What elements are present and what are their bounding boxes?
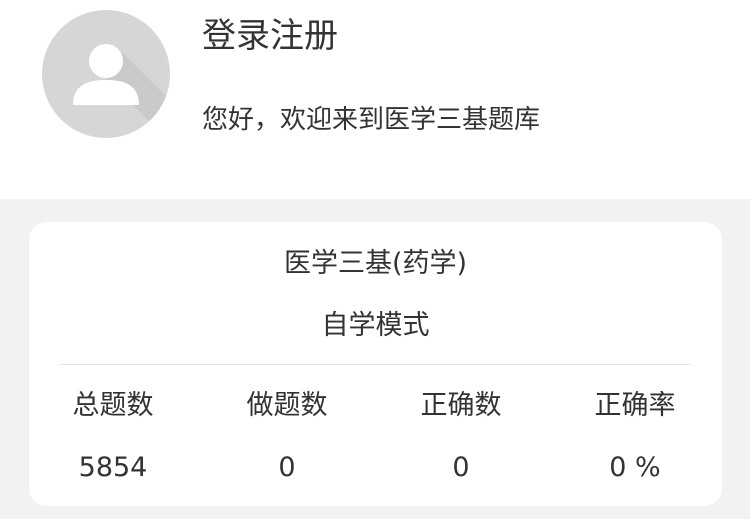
- stats-card: 医学三基(药学) 自学模式 总题数 5854 做题数 0 正确数 0 正确率 0…: [29, 222, 722, 506]
- question-bank-title: 医学三基(药学): [283, 248, 468, 279]
- login-register-link[interactable]: 登录注册: [202, 14, 338, 58]
- divider: [60, 364, 691, 365]
- stat-answered: 做题数 0: [227, 386, 347, 488]
- stat-correct: 正确数 0: [401, 386, 521, 488]
- stat-label: 正确率: [594, 390, 676, 421]
- stat-value: 0: [452, 452, 470, 483]
- stat-label: 总题数: [72, 390, 154, 421]
- stat-label: 正确数: [420, 390, 502, 421]
- self-study-mode-button[interactable]: 自学模式: [29, 306, 722, 346]
- stat-accuracy: 正确率 0 %: [575, 386, 695, 488]
- stat-label: 做题数: [246, 390, 328, 421]
- profile-header: 登录注册 您好，欢迎来到医学三基题库: [0, 0, 750, 199]
- avatar[interactable]: [42, 10, 170, 138]
- stat-total-questions: 总题数 5854: [53, 386, 173, 488]
- stat-value: 5854: [78, 452, 148, 483]
- welcome-message: 您好，欢迎来到医学三基题库: [202, 105, 541, 135]
- stat-value: 0 %: [609, 452, 661, 483]
- stat-value: 0: [278, 452, 296, 483]
- user-avatar-icon: [73, 44, 170, 138]
